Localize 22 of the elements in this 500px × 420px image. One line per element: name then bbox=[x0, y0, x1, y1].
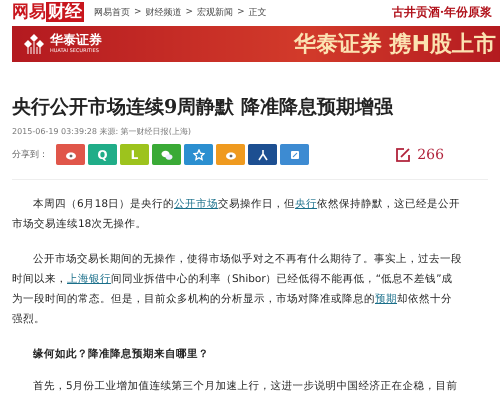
paragraph: 公开市场交易长期间的无操作，使得市场似乎对之不再有什么期待了。事实上，过去一段时间以来，上海银行间同业拆借中心的利率（Shibor）已经低得不能再低，“低息不差钱”成为一段时间的常态。但是，目前众多机构的分析显示，市场对降准或降息的预期却依然十分强烈。 bbox=[12, 252, 462, 327]
ad-text[interactable]: 古井贡酒·年份原浆 bbox=[392, 4, 492, 20]
text-link[interactable]: 预期 bbox=[375, 293, 397, 305]
breadcrumb-separator: > bbox=[237, 7, 245, 17]
text-link[interactable]: 上海银行 bbox=[67, 273, 111, 285]
text-link[interactable]: 央行 bbox=[295, 198, 318, 210]
paragraph: 首先，5月份工业增加值连续第三个月加速上行，这进一步说明中国经济正在企稳，目前 bbox=[32, 379, 459, 394]
article-meta: 2015-06-19 03:39:28 来源: 第一财经日报(上海) bbox=[12, 126, 192, 137]
breadcrumb-separator: > bbox=[186, 7, 194, 17]
breadcrumb-link[interactable]: 宏观新闻 bbox=[197, 6, 234, 18]
breadcrumb-link[interactable]: 财经频道 bbox=[146, 6, 182, 18]
section-heading: 缘何如此？降准降息预期来自哪里？ bbox=[33, 347, 210, 362]
share-label: 分享到： bbox=[12, 148, 48, 161]
brand-name: 华泰证券 bbox=[50, 34, 102, 48]
text-link[interactable]: 公开市场 bbox=[174, 198, 218, 210]
paragraph: 本周四（6月18日）是央行的公开市场交易操作日，但央行依然保持静默，这已经是公开市场交易连续18次无操作。 bbox=[12, 197, 462, 232]
breadcrumb-separator: > bbox=[134, 7, 142, 17]
banner-slogan: 华泰证券 携H股上市 bbox=[294, 30, 496, 59]
breadcrumb-link[interactable]: 网易首页 bbox=[94, 6, 130, 18]
comment-count[interactable]: 266 bbox=[417, 146, 444, 162]
article-title: 央行公开市场连续9周静默 降准降息预期增强 bbox=[12, 95, 394, 120]
breadcrumb-link[interactable]: 正文 bbox=[248, 6, 267, 18]
